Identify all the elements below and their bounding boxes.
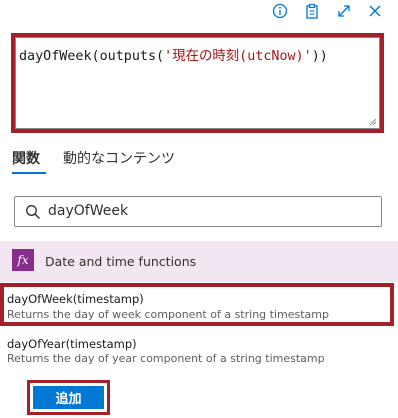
category-header[interactable]: fx Date and time functions <box>0 241 398 282</box>
expression-editor-highlight: dayOfWeek(outputs('現在の時刻(utcNow)')) <box>11 33 384 133</box>
add-button[interactable]: 追加 <box>33 386 104 409</box>
search-input[interactable]: dayOfWeek <box>14 196 382 227</box>
function-item-dayofyear[interactable]: dayOfYear(timestamp) Returns the day of … <box>0 330 398 368</box>
expression-suffix: )) <box>311 49 328 64</box>
tab-dynamic-content[interactable]: 動的なコンテンツ <box>63 148 175 168</box>
expression-editor[interactable]: dayOfWeek(outputs('現在の時刻(utcNow)')) <box>15 37 380 129</box>
function-item-highlight <box>0 283 394 326</box>
active-tab-indicator <box>12 172 46 174</box>
tab-bar: 関数 動的なコンテンツ <box>0 144 398 176</box>
tab-functions[interactable]: 関数 <box>12 148 40 168</box>
search-icon <box>26 205 40 219</box>
expand-icon[interactable] <box>335 2 353 20</box>
panel-toolbar <box>0 0 398 24</box>
close-icon[interactable] <box>366 2 384 20</box>
expression-string-literal: '現在の時刻(utcNow)' <box>164 49 312 64</box>
expression-prefix: dayOfWeek(outputs( <box>19 49 165 64</box>
category-label: Date and time functions <box>45 254 197 269</box>
function-description: Returns the day of year component of a s… <box>7 352 325 365</box>
clipboard-icon[interactable] <box>303 2 321 20</box>
add-button-highlight: 追加 <box>27 380 110 415</box>
function-fx-icon: fx <box>12 249 34 271</box>
info-icon[interactable] <box>271 2 289 20</box>
search-value: dayOfWeek <box>48 203 129 219</box>
expression-text: dayOfWeek(outputs('現在の時刻(utcNow)')) <box>19 44 328 64</box>
function-name: dayOfYear(timestamp) <box>7 337 137 351</box>
resize-grip-icon[interactable] <box>368 117 377 126</box>
